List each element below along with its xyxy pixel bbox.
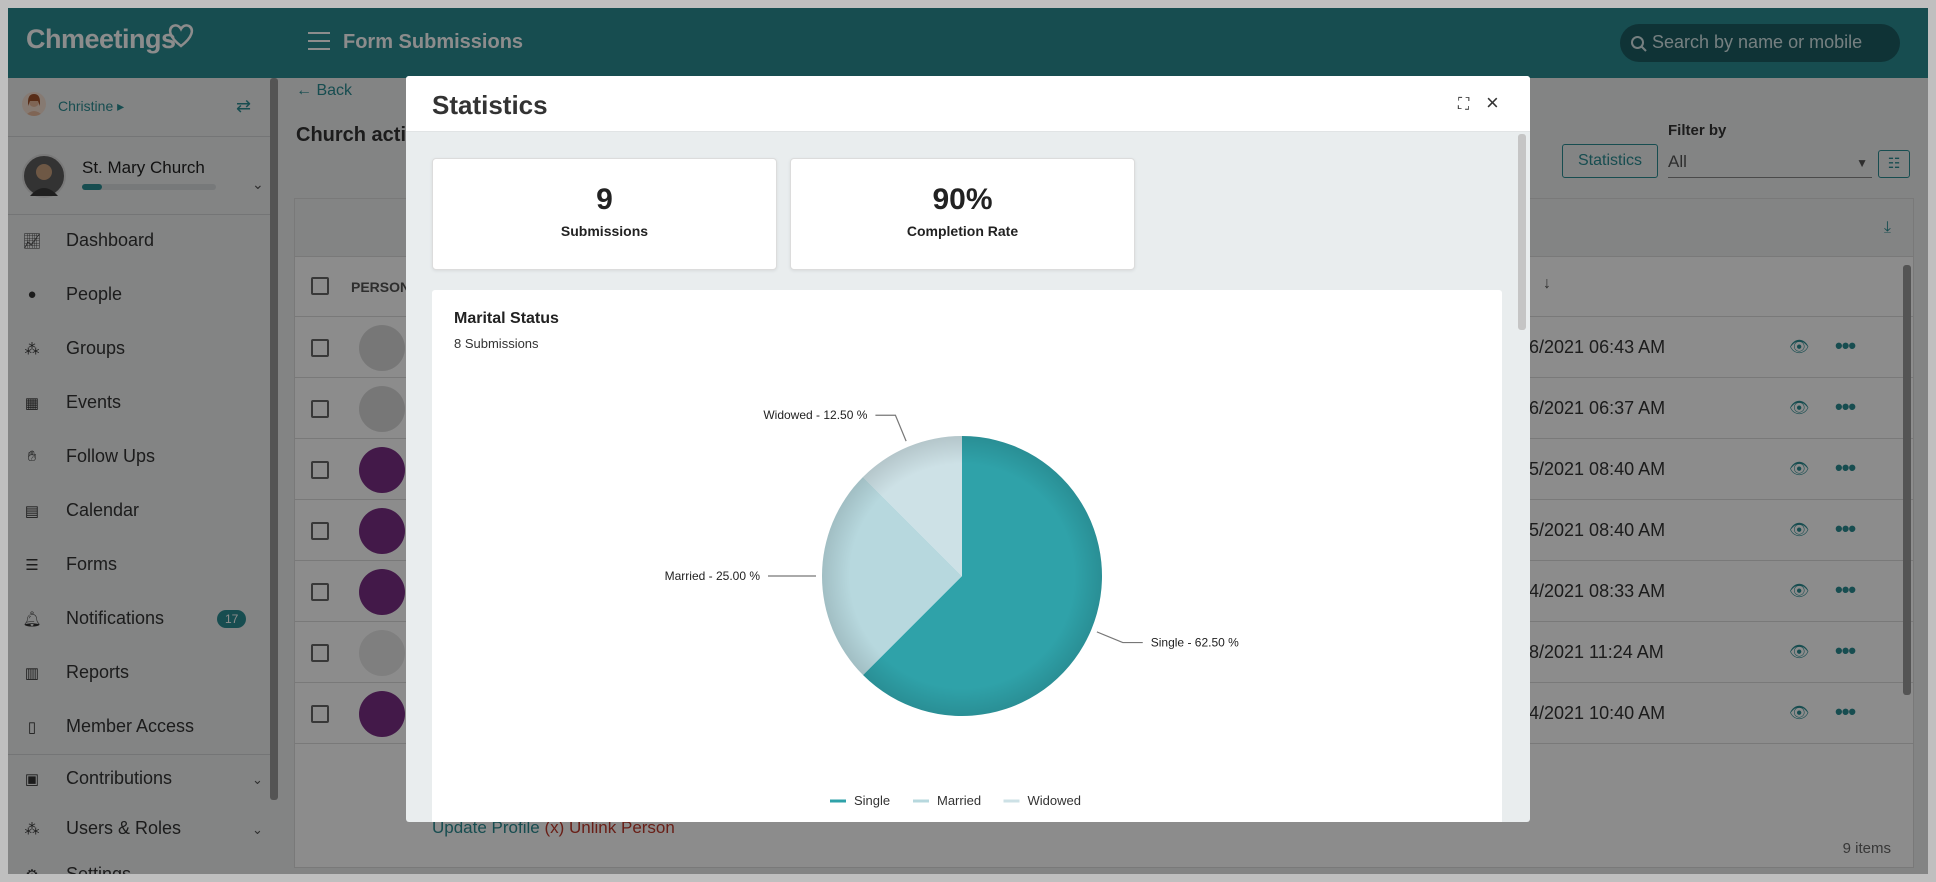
pie-data-label: Married - 25.00 %	[665, 569, 761, 583]
statistics-modal: Statistics ⛶ × 9 Submissions 90% Complet…	[406, 76, 1530, 822]
pie-data-label: Single - 62.50 %	[1151, 636, 1239, 650]
completion-rate-value: 90%	[932, 183, 993, 216]
modal-scrollbar[interactable]	[1518, 134, 1526, 330]
legend-item-widowed[interactable]: Widowed	[1028, 793, 1081, 808]
close-icon[interactable]: ×	[1486, 90, 1499, 116]
app-window: Chmeetings Form Submissions Search by na…	[8, 8, 1928, 874]
legend-item-single[interactable]: Single	[854, 793, 890, 808]
legend-item-married[interactable]: Married	[937, 793, 981, 808]
submissions-card: 9 Submissions	[432, 158, 777, 270]
pie-chart: Single - 62.50 % Married - 25.00 % Widowed…	[665, 408, 1240, 808]
marital-status-chart-card: Single - 62.50 % Married - 25.00 % Widowed…	[432, 290, 1502, 822]
completion-rate-card: 90% Completion Rate	[790, 158, 1135, 270]
completion-rate-label: Completion Rate	[906, 223, 1019, 239]
chart-title: Marital Status	[454, 310, 559, 327]
chart-subtitle: 8 Submissions	[454, 336, 539, 351]
modal-title: Statistics	[432, 90, 548, 120]
submissions-label: Submissions	[560, 223, 649, 239]
submissions-value: 9	[596, 183, 613, 216]
pie-leader-line	[1096, 631, 1143, 644]
fullscreen-icon[interactable]: ⛶	[1458, 96, 1469, 114]
pie-leader-line	[875, 414, 907, 442]
modal-header: Statistics ⛶ ×	[406, 76, 1530, 132]
pie-data-label: Widowed - 12.50 %	[763, 408, 867, 422]
